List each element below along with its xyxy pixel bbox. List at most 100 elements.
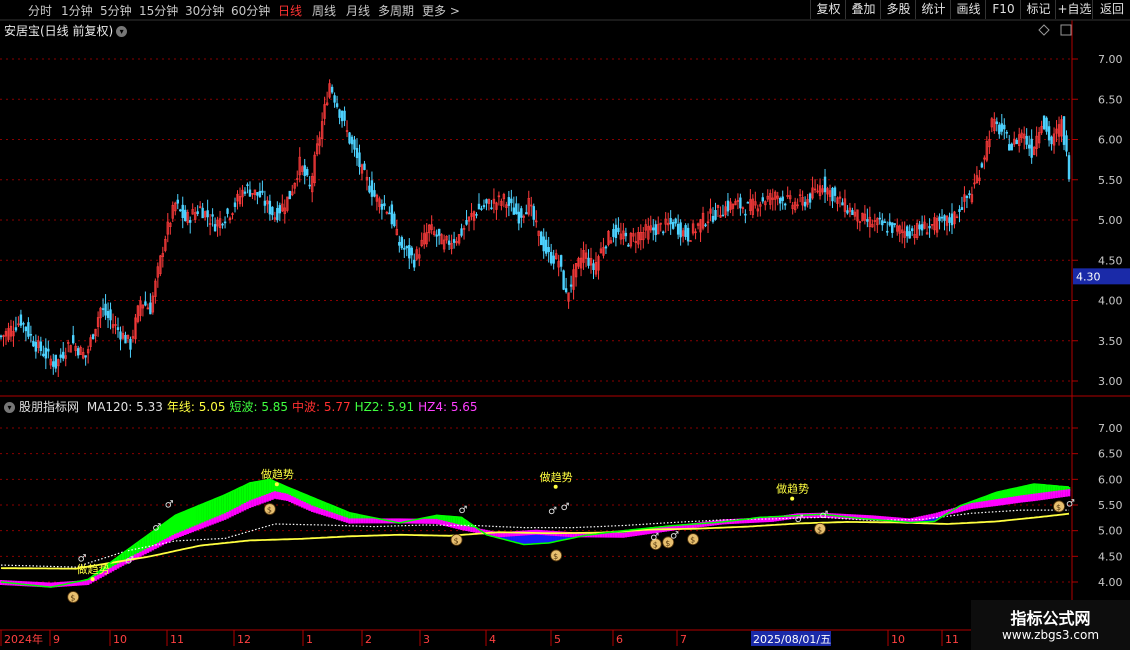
signal-dot [90, 577, 95, 582]
candle-body [744, 213, 747, 216]
male-symbol-icon: ♂ [548, 506, 557, 517]
candle-body [654, 224, 657, 236]
money-bag-icon: $ [263, 503, 276, 515]
candle-body [39, 341, 43, 351]
y-tick-label: 3.50 [1098, 335, 1123, 348]
candle-body [1015, 139, 1018, 145]
candle-body [179, 209, 182, 212]
candle-body [278, 205, 282, 214]
date-label: 5 [554, 633, 561, 646]
candle-body [435, 234, 438, 237]
candle-body [783, 203, 787, 206]
date-label: 11 [170, 633, 184, 646]
candle-body [980, 163, 984, 168]
candle-body [540, 231, 543, 246]
candle-body [1042, 115, 1046, 130]
candle-body [1005, 131, 1008, 134]
candle-body [263, 200, 267, 206]
candle-body [44, 347, 48, 359]
candle-body [308, 184, 311, 187]
candle-body [390, 204, 394, 225]
money-bag-icon: $ [687, 533, 699, 546]
candle-body [452, 239, 456, 243]
money-bag-icon: $ [814, 522, 826, 535]
candle-body [52, 361, 55, 367]
candle-body [614, 224, 618, 239]
stock-chart[interactable]: 3.00 3.50 4.00 4.50 5.00 5.50 6.00 6.50 7.00 4.00… [0, 0, 1130, 650]
candle-body [410, 247, 413, 256]
candle-body [662, 231, 665, 234]
candle-body [532, 206, 535, 220]
date-label: 10 [113, 633, 127, 646]
money-bag-icon: $ [1053, 500, 1065, 513]
candle-body [808, 193, 812, 203]
y-tick-label: 6.50 [1098, 93, 1123, 106]
candle-body [243, 191, 247, 194]
candle-body [388, 212, 391, 215]
y-tick-label: 7.00 [1098, 53, 1123, 66]
money-bag-symbol: $ [70, 594, 75, 603]
y-tick-label: 6.50 [1098, 448, 1123, 461]
candle-body [1030, 138, 1033, 158]
candle-body [612, 229, 615, 237]
candle-body [564, 288, 568, 293]
date-label: 3 [423, 633, 430, 646]
candle-body [652, 227, 655, 231]
candle-body [1025, 135, 1028, 145]
candle-body [779, 198, 782, 204]
candle-body [1047, 126, 1051, 141]
candle-body [562, 270, 565, 290]
male-symbol-icon: ♂ [795, 514, 804, 525]
male-symbol-icon: ♂ [670, 530, 679, 541]
candle-body [14, 327, 18, 331]
candle-body [350, 136, 354, 145]
candle-body [333, 95, 336, 103]
candle-body [592, 263, 595, 270]
watermark-title: 指标公式网 [1010, 609, 1091, 628]
candle-body [306, 169, 309, 176]
candle-body [119, 331, 122, 340]
signal-label: 做趋势 [776, 482, 809, 496]
candle-body [674, 218, 677, 224]
candle-body [447, 240, 451, 245]
candle-body [905, 226, 909, 237]
candle-body [54, 354, 57, 369]
candle-body [910, 228, 914, 232]
candle-body [261, 190, 264, 193]
candle-body [22, 323, 25, 325]
candle-body [358, 152, 361, 168]
candle-body [711, 215, 715, 222]
y-tick-label: 4.00 [1098, 576, 1123, 589]
signal-dot [274, 482, 279, 487]
candle-body [223, 221, 227, 224]
candle-body [569, 284, 573, 287]
signal-dot [553, 484, 558, 489]
candle-body [726, 200, 730, 212]
candle-body [920, 224, 924, 231]
candle-body [405, 246, 408, 249]
money-bag-symbol: $ [267, 506, 272, 515]
candle-body [343, 110, 346, 121]
candle-body [413, 259, 416, 268]
date-label: 9 [53, 633, 60, 646]
candle-body [908, 231, 911, 239]
candle-body [517, 211, 521, 224]
candle-body [129, 338, 132, 350]
y-tick-label: 7.00 [1098, 422, 1123, 435]
watermark-url: www.zbgs3.com [1001, 628, 1100, 642]
signal-label: 做趋势 [261, 467, 294, 481]
male-symbol-icon: ♂ [1066, 498, 1075, 509]
candle-body [353, 139, 356, 150]
candle-body [348, 132, 351, 144]
candle-body [604, 246, 608, 249]
candle-body [968, 193, 971, 196]
candle-body [510, 198, 513, 204]
candle-body [355, 148, 359, 159]
candle-body [676, 223, 680, 235]
candle-body [189, 220, 192, 223]
candle-body [841, 202, 844, 206]
candle-body [27, 322, 30, 337]
signal-label: 做趋势 [540, 470, 573, 484]
date-label: 4 [489, 633, 496, 646]
candle-body [542, 236, 545, 252]
